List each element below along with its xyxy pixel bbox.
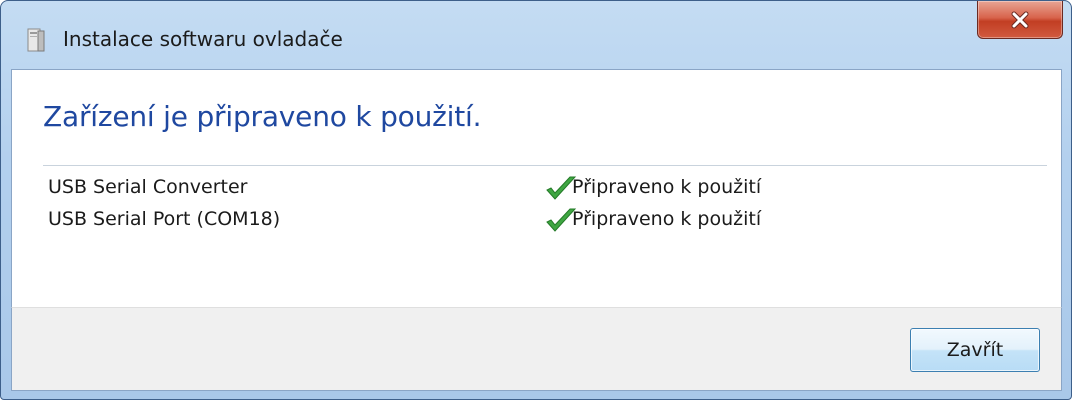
page-title: Zařízení je připraveno k použití.	[43, 100, 482, 133]
window-close-button[interactable]	[977, 1, 1063, 39]
device-row: USB Serial Port (COM18) Připraveno k pou…	[48, 208, 1048, 240]
close-button[interactable]: Zavřít	[910, 328, 1040, 372]
title-bar[interactable]: Instalace softwaru ovladače	[1, 1, 1071, 69]
device-status: Připraveno k použití	[572, 208, 762, 230]
device-name: USB Serial Port (COM18)	[48, 208, 281, 230]
heading-divider	[43, 165, 1047, 166]
device-row: USB Serial Converter Připraveno k použit…	[48, 176, 1048, 208]
device-name: USB Serial Converter	[48, 176, 248, 198]
device-status: Připraveno k použití	[572, 176, 762, 198]
close-icon	[1011, 11, 1029, 28]
content-panel: Zařízení je připraveno k použití. USB Se…	[11, 69, 1062, 307]
window-title: Instalace softwaru ovladače	[63, 27, 343, 51]
button-bar: Zavřít	[11, 307, 1062, 391]
driver-install-dialog: Instalace softwaru ovladače Zařízení je …	[0, 0, 1072, 400]
device-setup-icon	[27, 28, 45, 52]
